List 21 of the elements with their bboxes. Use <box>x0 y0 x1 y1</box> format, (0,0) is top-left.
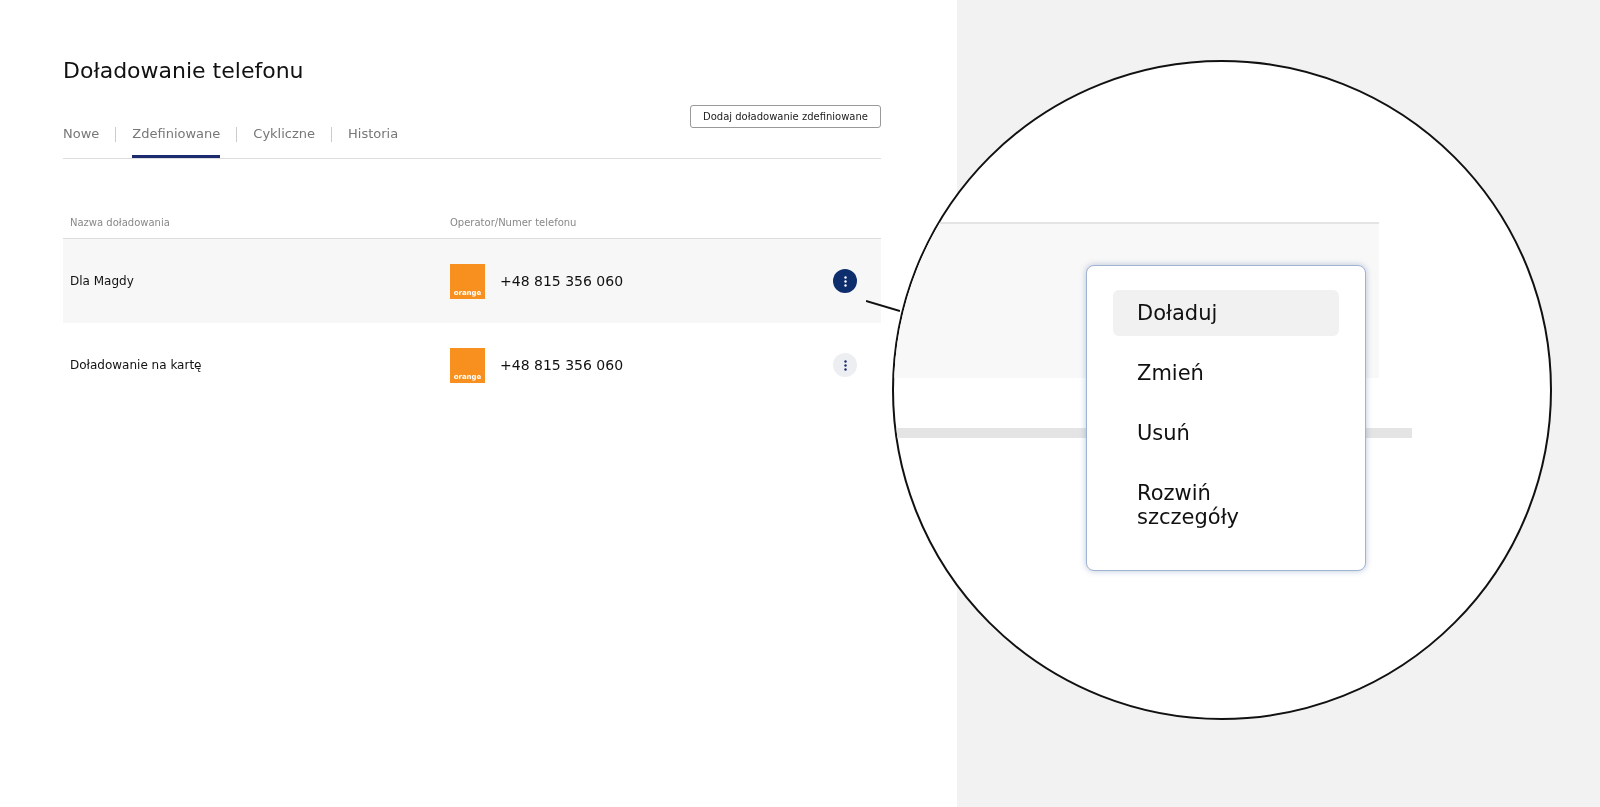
menu-item[interactable]: Rozwiń szczegóły <box>1113 470 1339 540</box>
topup-name: Doładowanie na kartę <box>70 358 203 372</box>
tab[interactable]: Historia <box>348 126 399 158</box>
add-button[interactable]: Dodaj doładowanie zdefiniowane <box>690 105 881 128</box>
topup-name: Dla Magdy <box>70 274 135 288</box>
column-header: Nazwa doładowania <box>70 217 171 228</box>
page-title: Doładowanie telefonu <box>63 58 305 83</box>
leader-line <box>866 300 900 314</box>
more-button[interactable] <box>833 269 857 293</box>
more-vertical-icon <box>843 275 847 287</box>
more-vertical-icon <box>843 359 847 371</box>
tab[interactable]: Nowe <box>63 126 100 158</box>
tab[interactable]: Cykliczne <box>253 126 316 158</box>
more-button[interactable] <box>833 353 857 377</box>
menu-item[interactable]: Usuń <box>1113 410 1339 456</box>
tab[interactable]: Zdefiniowane <box>132 126 221 158</box>
column-header: Operator/Numer telefonu <box>450 217 578 228</box>
menu-item[interactable]: Zmień <box>1113 350 1339 396</box>
menu-item[interactable]: Doładuj <box>1113 290 1339 336</box>
phone-number: +48 815 356 060 <box>500 273 624 289</box>
phone-number: +48 815 356 060 <box>500 357 624 373</box>
